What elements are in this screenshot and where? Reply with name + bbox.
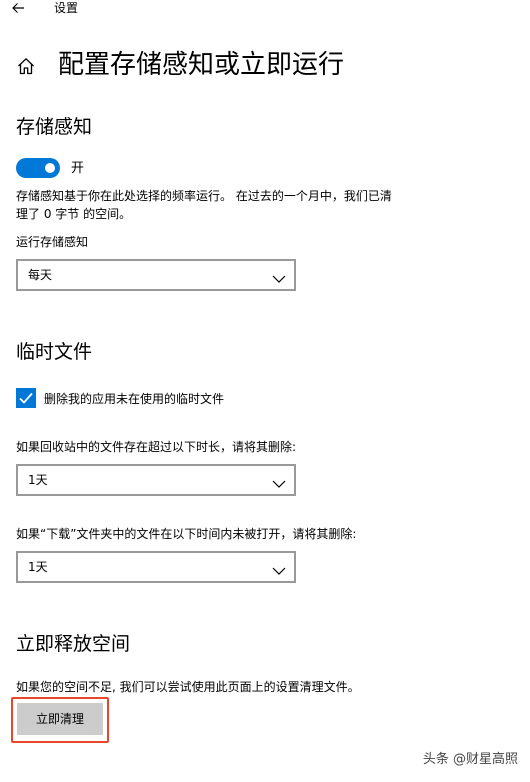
storage-sense-description-line1: 存储感知基于你在此处选择的频率运行。 在过去的一个月中，我们已清 xyxy=(16,189,392,203)
chevron-down-icon xyxy=(272,561,286,575)
free-space-description: 如果您的空间不足, 我们可以尝试使用此页面上的设置清理文件。 xyxy=(16,680,360,694)
recycle-bin-duration-value: 1天 xyxy=(28,473,48,487)
chevron-down-icon xyxy=(272,474,286,488)
window-title: 设置 xyxy=(54,1,79,15)
clean-now-button[interactable]: 立即清理 xyxy=(17,703,103,735)
run-frequency-value: 每天 xyxy=(28,268,53,282)
back-arrow-icon[interactable] xyxy=(10,0,26,16)
storage-sense-heading: 存储感知 xyxy=(16,116,93,138)
run-storage-sense-label: 运行存储感知 xyxy=(16,235,89,249)
temp-files-heading: 临时文件 xyxy=(16,341,93,363)
downloads-label: 如果“下载”文件夹中的文件在以下时间内未被打开，请将其删除: xyxy=(16,527,357,541)
run-frequency-dropdown[interactable]: 每天 xyxy=(16,259,296,291)
downloads-duration-dropdown[interactable]: 1天 xyxy=(16,551,296,583)
delete-temp-files-checkbox[interactable] xyxy=(16,388,36,408)
home-icon[interactable] xyxy=(16,56,36,76)
storage-sense-toggle[interactable] xyxy=(16,158,60,178)
toggle-state-label: 开 xyxy=(71,161,85,176)
storage-sense-description-line2: 理了 0 字节 的空间。 xyxy=(16,207,132,221)
chevron-down-icon xyxy=(272,269,286,283)
free-space-heading: 立即释放空间 xyxy=(16,633,131,655)
downloads-duration-value: 1天 xyxy=(28,560,48,574)
toggle-knob xyxy=(45,163,55,173)
recycle-bin-duration-dropdown[interactable]: 1天 xyxy=(16,464,296,496)
checkmark-icon xyxy=(19,392,33,404)
recycle-bin-label: 如果回收站中的文件存在超过以下时长，请将其删除: xyxy=(16,440,297,454)
watermark: 头条 @财星高照 xyxy=(422,752,518,767)
page-title: 配置存储感知或立即运行 xyxy=(58,50,345,80)
delete-temp-files-label: 删除我的应用未在使用的临时文件 xyxy=(44,392,225,406)
